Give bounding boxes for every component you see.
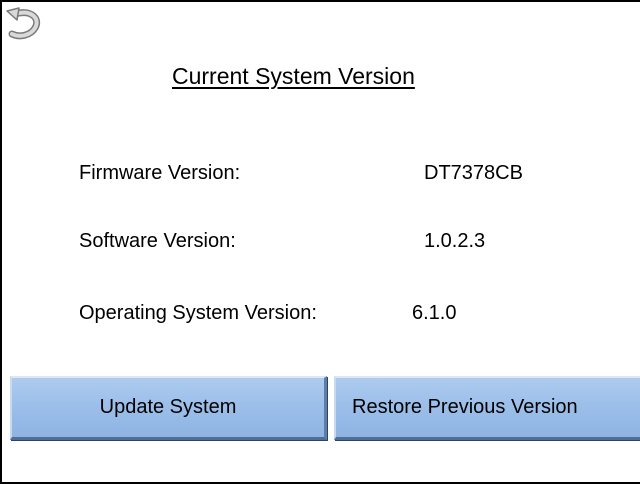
update-system-button[interactable]: Update System xyxy=(10,376,327,440)
firmware-version-label: Firmware Version: xyxy=(79,162,241,184)
back-arrow-icon[interactable] xyxy=(4,6,44,42)
software-version-label: Software Version: xyxy=(79,230,236,252)
software-version-value: 1.0.2.3 xyxy=(424,230,486,252)
page-title: Current System Version xyxy=(172,63,415,89)
firmware-version-value: DT7378CB xyxy=(424,162,523,184)
os-version-value: 6.1.0 xyxy=(412,302,457,324)
system-version-panel: Current System Version Firmware Version:… xyxy=(0,0,640,484)
restore-previous-version-button[interactable]: Restore Previous Version xyxy=(334,376,640,440)
os-version-label: Operating System Version: xyxy=(79,302,317,324)
restore-previous-version-button-label: Restore Previous Version xyxy=(352,396,578,418)
update-system-button-label: Update System xyxy=(99,396,237,418)
